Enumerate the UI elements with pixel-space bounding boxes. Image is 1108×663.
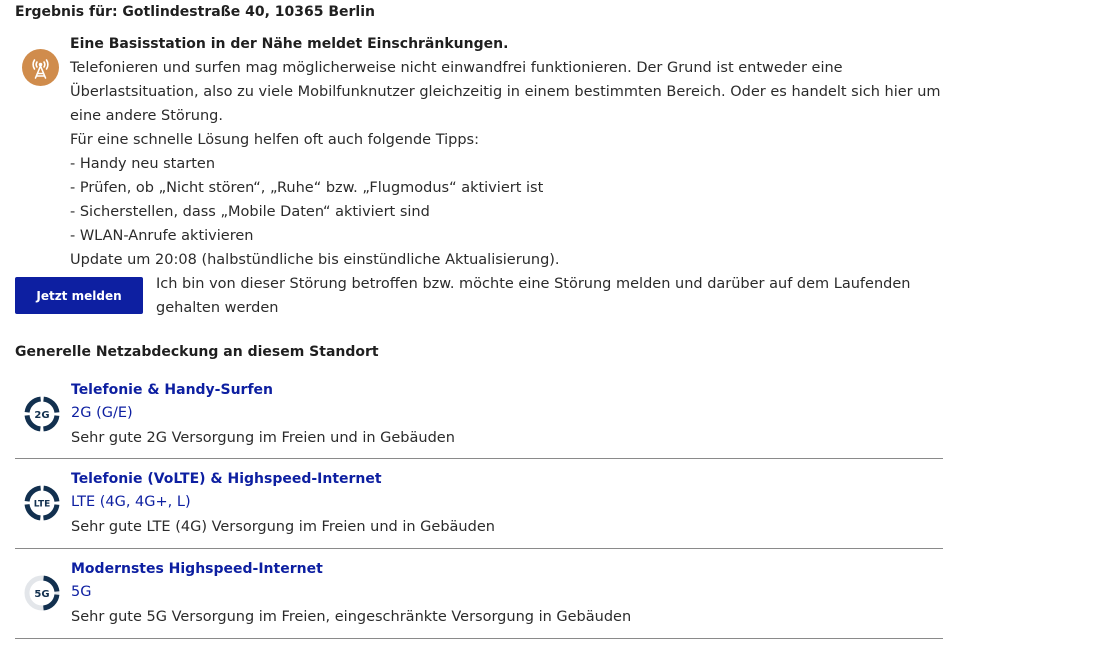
antenna-icon <box>22 49 59 86</box>
tip-item: - Handy neu starten <box>70 156 216 172</box>
coverage-tech: 2G (G/E) <box>71 405 133 421</box>
result-title: Ergebnis für: Gotlindestraße 40, 10365 B… <box>15 4 376 20</box>
coverage-title: Telefonie (VoLTE) & Highspeed-Internet <box>71 471 382 487</box>
coverage-list: 2G Telefonie & Handy-Surfen 2G (G/E) Seh… <box>15 370 943 639</box>
coverage-title: Modernstes Highspeed-Internet <box>71 561 323 577</box>
coverage-item-2g: 2G Telefonie & Handy-Surfen 2G (G/E) Seh… <box>15 370 943 459</box>
tip-item: - Prüfen, ob „Nicht stören“, „Ruhe“ bzw.… <box>70 180 544 196</box>
update-note: Update um 20:08 (halbstündliche bis eins… <box>70 252 560 268</box>
coverage-tech: 5G <box>71 584 92 600</box>
5g-badge-label: 5G <box>34 589 49 600</box>
coverage-description: Sehr gute 2G Versorgung im Freien und in… <box>71 430 455 446</box>
coverage-item-5g: 5G Modernstes Highspeed-Internet 5G Sehr… <box>15 549 943 639</box>
alert-body: Eine Basisstation in der Nähe meldet Ein… <box>70 34 950 272</box>
alert-heading: Eine Basisstation in der Nähe meldet Ein… <box>70 36 509 52</box>
coverage-section-title: Generelle Netzabdeckung an diesem Stando… <box>15 344 379 360</box>
report-description: Ich bin von dieser Störung betroffen bzw… <box>156 276 911 316</box>
coverage-description: Sehr gute LTE (4G) Versorgung im Freien … <box>71 519 495 535</box>
lte-signal-icon: LTE <box>24 485 60 521</box>
coverage-tech: LTE (4G, 4G+, L) <box>71 494 191 510</box>
tip-item: - WLAN-Anrufe aktivieren <box>70 228 254 244</box>
coverage-description: Sehr gute 5G Versorgung im Freien, einge… <box>71 609 632 625</box>
report-outage-button[interactable]: Jetzt melden <box>15 277 143 314</box>
coverage-title: Telefonie & Handy-Surfen <box>71 382 274 398</box>
2g-signal-icon: 2G <box>24 396 60 432</box>
2g-badge-label: 2G <box>34 410 49 421</box>
coverage-item-lte: LTE Telefonie (VoLTE) & Highspeed-Intern… <box>15 459 943 549</box>
5g-signal-icon: 5G <box>24 575 60 611</box>
coverage-result-page: Ergebnis für: Gotlindestraße 40, 10365 B… <box>0 0 1108 663</box>
tip-item: - Sicherstellen, dass „Mobile Daten“ akt… <box>70 204 430 220</box>
tips-intro: Für eine schnelle Lösung helfen oft auch… <box>70 132 480 148</box>
lte-badge-label: LTE <box>34 500 51 510</box>
alert-paragraph: Telefonieren und surfen mag möglicherwei… <box>70 60 941 124</box>
